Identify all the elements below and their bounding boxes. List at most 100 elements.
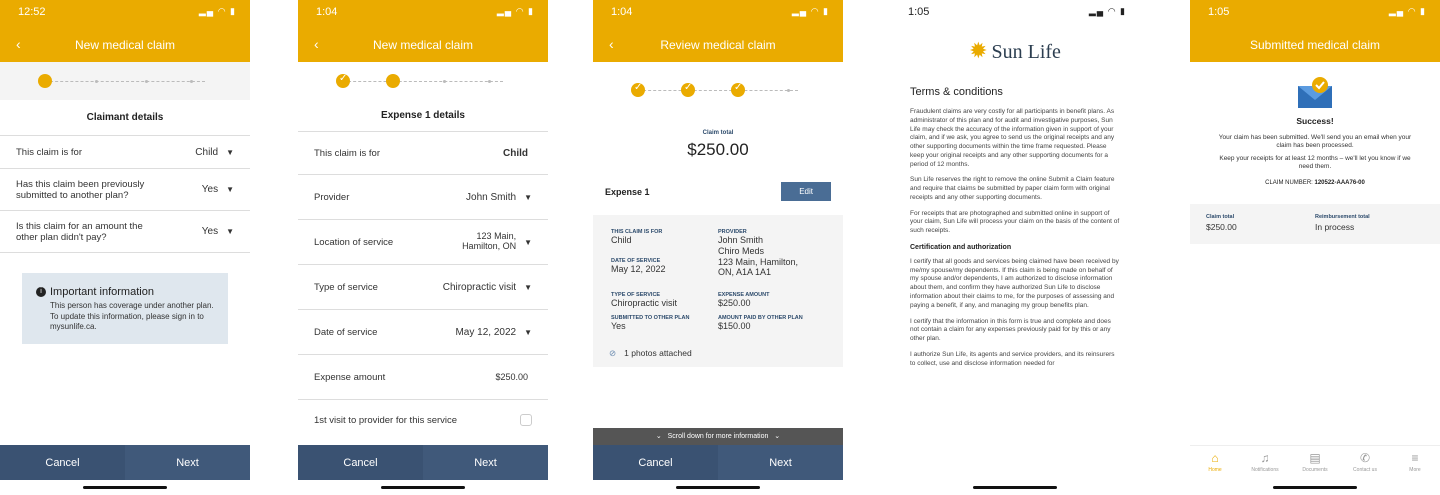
service-date-value: May 12, 2022	[611, 263, 666, 274]
expense-amount-value: $250.00	[718, 298, 751, 309]
expense-title: Expense 1	[605, 186, 650, 197]
expense-amount-input[interactable]: Expense amount $250.00	[298, 355, 548, 400]
step-3-dot	[443, 80, 446, 83]
success-title: Success!	[1296, 116, 1334, 126]
header: 1:04 ▂▄ ◠ ▮ ‹ Review medical claim	[593, 0, 843, 62]
claim-for-row: This claim is for Child	[298, 131, 548, 175]
field-value: Child	[503, 147, 528, 159]
footer-bar: Cancel Next	[593, 445, 843, 480]
service-type-select[interactable]: Type of service Chiropractic visit ▼	[298, 265, 548, 310]
field-label: 1st visit to provider for this service	[314, 414, 458, 426]
other-plan-unpaid-select[interactable]: Is this claim for an amount the other pl…	[0, 211, 250, 253]
next-button[interactable]: Next	[718, 445, 843, 480]
status-icons: ▂▄ ◠ ▮	[791, 6, 829, 16]
status-time: 1:05	[908, 6, 930, 18]
field-label: Date of service	[314, 326, 378, 338]
field-label: This claim is for	[16, 146, 82, 158]
home-indicator	[381, 486, 465, 489]
field-label: Expense amount	[314, 371, 386, 383]
bell-icon: ♫	[1260, 451, 1270, 465]
next-button[interactable]: Next	[125, 445, 250, 480]
expense-details: THIS CLAIM IS FOR Child DATE OF SERVICE …	[593, 215, 843, 340]
envelope-success-icon	[1298, 77, 1332, 108]
previously-submitted-select[interactable]: Has this claim been previously submitted…	[0, 169, 250, 211]
bottom-tab-bar: ⌂ Home ♫ Notifications ▤ Documents ✆ Contact…	[1190, 445, 1440, 480]
other-plan-value: Yes	[611, 320, 626, 331]
tab-label: More	[1409, 467, 1421, 473]
status-time: 1:04	[611, 6, 633, 18]
info-text: This person has coverage under another p…	[50, 301, 214, 332]
field-value: Chiropractic visit	[442, 281, 517, 293]
chevron-down-icon: ▼	[226, 185, 234, 194]
step-3-dot	[145, 80, 148, 83]
photos-attached[interactable]: ⊘ 1 photos attached	[593, 339, 843, 367]
step-2-done-icon	[681, 82, 695, 97]
tab-contact[interactable]: ✆ Contact us	[1340, 446, 1390, 480]
progress-stepper	[298, 62, 548, 100]
footer-bar: Cancel Next	[0, 445, 250, 480]
status-icons: ▂▄ ◠ ▮	[198, 6, 236, 16]
sun-life-logo: ✹ Sun Life	[890, 38, 1140, 64]
terms-paragraph: Sun Life reserves the right to remove th…	[910, 176, 1115, 201]
claim-total-value: $250.00	[1206, 221, 1237, 232]
tab-notifications[interactable]: ♫ Notifications	[1240, 446, 1290, 480]
info-icon: i	[36, 287, 46, 298]
terms-paragraph: I certify that the information in this f…	[910, 317, 1111, 343]
edit-button[interactable]: Edit	[781, 182, 831, 201]
phone-screen-claimant-details: 12:52 ▂▄ ◠ ▮ ‹ New medical claim Claiman…	[0, 0, 250, 495]
next-button[interactable]: Next	[423, 445, 548, 480]
status-icons: ▂▄ ◠ ▮	[496, 6, 534, 16]
claim-total-value: $250.00	[687, 140, 749, 159]
scroll-hint-text: Scroll down for more information	[667, 433, 769, 440]
home-icon: ⌂	[1211, 451, 1219, 465]
step-4-dot	[190, 80, 193, 83]
photos-label: 1 photos attached	[624, 347, 692, 358]
field-value: Yes	[201, 226, 219, 237]
provider-clinic: Chiro Meds	[718, 245, 765, 256]
provider-name: John Smith	[718, 235, 764, 245]
step-2-dot	[386, 74, 400, 88]
claim-number: CLAIM NUMBER: 120522-AAA76-00	[1190, 180, 1440, 186]
phone-icon: ✆	[1359, 451, 1371, 465]
page-title: New medical claim	[372, 38, 474, 52]
cancel-button[interactable]: Cancel	[593, 445, 718, 480]
claim-number-label: CLAIM NUMBER:	[1265, 179, 1313, 186]
terms-paragraph: I certify that all goods and services be…	[910, 257, 1119, 309]
cancel-button[interactable]: Cancel	[298, 445, 423, 480]
document-icon: ▤	[1309, 451, 1321, 465]
phone-screen-review-claim: 1:04 ▂▄ ◠ ▮ ‹ Review medical claim Claim…	[593, 0, 843, 495]
tab-home[interactable]: ⌂ Home	[1190, 446, 1240, 480]
cancel-button[interactable]: Cancel	[0, 445, 125, 480]
header: 12:52 ▂▄ ◠ ▮ ‹ New medical claim	[0, 0, 250, 62]
menu-icon: ≡	[1411, 451, 1419, 465]
progress-stepper	[0, 62, 250, 100]
step-4-dot	[787, 89, 790, 92]
service-date-select[interactable]: Date of service May 12, 2022 ▼	[298, 310, 548, 355]
status-bar: 1:05 ▂▄ ◠ ▮	[890, 0, 1140, 40]
footer-bar: Cancel Next	[298, 445, 548, 480]
step-1-done-icon	[336, 73, 350, 88]
phone-screen-terms: 1:05 ▂▄ ◠ ▮ ✹ Sun Life Terms & conditions…	[890, 0, 1140, 495]
terms-paragraph: For receipts that are photographed and s…	[910, 209, 1120, 235]
status-icons: ▂▄ ◠ ▮	[1388, 6, 1426, 16]
chevron-down-icon: ▼	[226, 227, 234, 236]
home-indicator	[1273, 486, 1357, 489]
field-label: Is this claim for an amount the other pl…	[16, 220, 143, 243]
provider-address-1: 123 Main, Hamilton,	[718, 256, 799, 267]
first-visit-row: 1st visit to provider for this service	[298, 400, 548, 440]
terms-paragraph: I authorize Sun Life, its agents and ser…	[910, 350, 1115, 367]
first-visit-checkbox[interactable]	[520, 414, 532, 426]
reimbursement-label: Reimbursement total	[1315, 213, 1370, 220]
scroll-hint[interactable]: ⌄ Scroll down for more information ⌄	[593, 428, 843, 445]
tab-documents[interactable]: ▤ Documents	[1290, 446, 1340, 480]
field-label: Provider	[314, 191, 350, 203]
location-select[interactable]: Location of service 123 Main, Hamilton, …	[298, 220, 548, 265]
provider-select[interactable]: Provider John Smith ▼	[298, 175, 548, 220]
progress-stepper	[593, 62, 843, 118]
tab-more[interactable]: ≡ More	[1390, 446, 1440, 480]
phone-screen-expense-details: 1:04 ▂▄ ◠ ▮ ‹ New medical claim Expense …	[298, 0, 548, 495]
chevron-down-icon: ▼	[524, 237, 532, 247]
claim-for-select[interactable]: This claim is for Child ▼	[0, 135, 250, 169]
page-title: Review medical claim	[660, 38, 776, 52]
section-title: Expense 1 details	[381, 110, 465, 121]
